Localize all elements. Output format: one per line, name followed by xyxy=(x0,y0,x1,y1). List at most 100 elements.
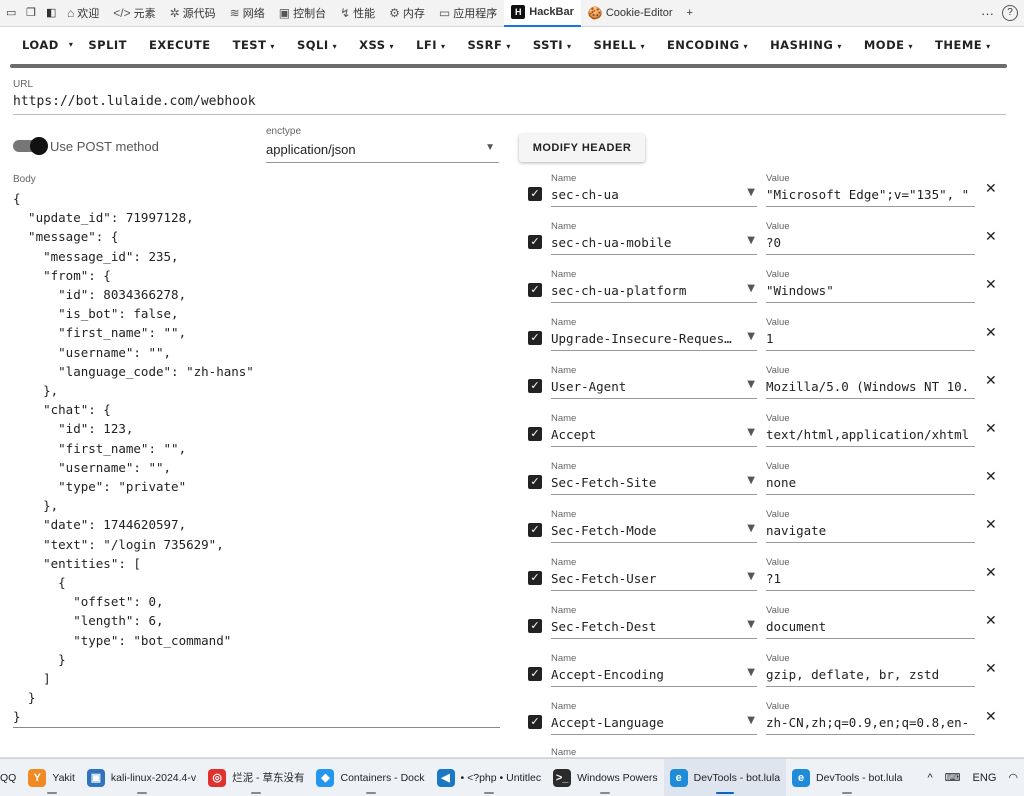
menu-item[interactable]: SPLIT xyxy=(77,26,138,64)
header-name-input[interactable]: sec-ch-ua-platform ▼ xyxy=(551,283,757,303)
header-value-input[interactable]: ?0 xyxy=(766,235,975,255)
close-icon[interactable]: ✕ xyxy=(985,420,997,437)
taskbar-app[interactable]: e DevTools - bot.lula xyxy=(663,759,787,796)
header-name-input[interactable]: sec-ch-ua ▼ xyxy=(551,187,757,207)
taskbar-app[interactable]: ◆ Containers - Dock xyxy=(310,759,430,796)
close-icon[interactable]: ✕ xyxy=(985,372,997,389)
devtools-tab[interactable]: ⚙ 内存 xyxy=(382,0,432,26)
add-tab-button[interactable]: + xyxy=(679,0,699,26)
header-value-input[interactable]: Mozilla/5.0 (Windows NT 10. xyxy=(766,379,975,399)
taskbar-app[interactable]: ◎ 烂泥 - 草东没有 xyxy=(202,759,310,796)
close-icon[interactable]: ✕ xyxy=(985,468,997,485)
more-options-icon[interactable]: ··· xyxy=(981,6,994,21)
keyboard-icon[interactable]: ⌨ xyxy=(945,771,961,784)
close-icon[interactable]: ✕ xyxy=(985,564,997,581)
device-toolbar-icon[interactable]: ▭ xyxy=(6,6,20,20)
menu-item[interactable]: ENCODING ▾ xyxy=(656,26,759,64)
header-value-input[interactable]: document xyxy=(766,619,975,639)
close-icon[interactable]: ✕ xyxy=(985,276,997,293)
taskbar-app[interactable]: Y Yakit xyxy=(22,759,81,796)
app-icon: e xyxy=(669,768,688,787)
close-icon[interactable]: ✕ xyxy=(985,324,997,341)
header-value-input[interactable]: "Microsoft Edge";v="135", " xyxy=(766,187,975,207)
header-enabled-checkbox[interactable]: ✓ xyxy=(528,283,542,297)
header-value-input[interactable]: 1 xyxy=(766,331,975,351)
body-textarea[interactable]: { "update_id": 71997128, "message": { "m… xyxy=(13,189,500,728)
header-enabled-checkbox[interactable]: ✓ xyxy=(528,619,542,633)
devtools-tab[interactable]: ⌂ 欢迎 xyxy=(60,0,106,26)
close-icon[interactable]: ✕ xyxy=(985,180,997,197)
header-name-input[interactable]: Sec-Fetch-Dest ▼ xyxy=(551,619,757,639)
devtools-tab[interactable]: </> 元素 xyxy=(106,0,162,26)
post-method-toggle[interactable] xyxy=(13,137,48,155)
load-dropdown-caret[interactable]: ▾ xyxy=(65,26,78,64)
menu-item[interactable]: EXECUTE xyxy=(138,26,222,64)
header-value-input[interactable]: ?1 xyxy=(766,571,975,591)
menu-item[interactable]: SHELL ▾ xyxy=(583,26,656,64)
app-label: Windows Powers xyxy=(577,771,658,784)
close-icon[interactable]: ✕ xyxy=(985,516,997,533)
wifi-icon[interactable]: ◠ xyxy=(1008,771,1018,784)
header-value-input[interactable]: "Windows" xyxy=(766,283,975,303)
taskbar-app[interactable]: e DevTools - bot.lula xyxy=(786,759,908,796)
url-input[interactable]: https://bot.lulaide.com/webhook xyxy=(13,94,1006,115)
close-icon[interactable]: ✕ xyxy=(985,228,997,245)
devtools-tab[interactable]: ▭ 应用程序 xyxy=(432,0,504,26)
devtools-tab[interactable]: H HackBar xyxy=(504,0,581,27)
modify-header-button[interactable]: MODIFY HEADER xyxy=(519,134,645,162)
header-name-input[interactable]: Sec-Fetch-Mode ▼ xyxy=(551,523,757,543)
taskbar-app[interactable]: ▣ kali-linux-2024.4-v xyxy=(81,759,202,796)
tab-icon: ≋ xyxy=(229,6,240,20)
menu-item[interactable]: XSS ▾ xyxy=(348,26,405,64)
taskbar-app[interactable]: ◀ • <?php • Untitlec xyxy=(431,759,548,796)
header-enabled-checkbox[interactable]: ✓ xyxy=(528,571,542,585)
menu-item[interactable]: LFI ▾ xyxy=(405,26,456,64)
header-enabled-checkbox[interactable]: ✓ xyxy=(528,715,542,729)
menu-item[interactable]: SQLI ▾ xyxy=(286,26,348,64)
header-name-input[interactable]: Sec-Fetch-Site ▼ xyxy=(551,475,757,495)
language-indicator[interactable]: ENG xyxy=(973,772,997,784)
header-name-input[interactable]: Accept-Encoding ▼ xyxy=(551,667,757,687)
close-icon[interactable]: ✕ xyxy=(985,708,997,725)
taskbar-app[interactable]: >_ Windows Powers xyxy=(547,759,664,796)
header-enabled-checkbox[interactable]: ✓ xyxy=(528,235,542,249)
header-name-input[interactable]: Accept-Language ▼ xyxy=(551,715,757,735)
header-value-input[interactable]: zh-CN,zh;q=0.9,en;q=0.8,en- xyxy=(766,715,975,735)
load-button[interactable]: LOAD xyxy=(0,26,65,64)
dock-icon[interactable]: ❐ xyxy=(26,6,40,20)
devtools-tab[interactable]: ▣ 控制台 xyxy=(272,0,333,26)
menu-item[interactable]: THEME ▾ xyxy=(924,26,1002,64)
header-enabled-checkbox[interactable]: ✓ xyxy=(528,187,542,201)
header-enabled-checkbox[interactable]: ✓ xyxy=(528,475,542,489)
sidebar-toggle-icon[interactable]: ◧ xyxy=(46,6,60,20)
devtools-tab[interactable]: ≋ 网络 xyxy=(223,0,272,26)
header-enabled-checkbox[interactable]: ✓ xyxy=(528,331,542,345)
header-name-input[interactable]: sec-ch-ua-mobile ▼ xyxy=(551,235,757,255)
header-value-input[interactable]: text/html,application/xhtml xyxy=(766,427,975,447)
chevron-up-icon[interactable]: ^ xyxy=(927,772,932,784)
header-name-input[interactable]: User-Agent ▼ xyxy=(551,379,757,399)
menu-item[interactable]: HASHING ▾ xyxy=(759,26,853,64)
close-icon[interactable]: ✕ xyxy=(985,660,997,677)
header-value-input[interactable]: none xyxy=(766,475,975,495)
close-icon[interactable]: ✕ xyxy=(985,612,997,629)
help-icon[interactable]: ? xyxy=(1002,5,1018,21)
header-enabled-checkbox[interactable]: ✓ xyxy=(528,379,542,393)
taskbar-app[interactable]: QQ xyxy=(0,759,22,796)
header-name-input[interactable]: Sec-Fetch-User ▼ xyxy=(551,571,757,591)
menu-item[interactable]: TEST ▾ xyxy=(222,26,286,64)
header-value-input[interactable]: navigate xyxy=(766,523,975,543)
header-name-input[interactable]: Upgrade-Insecure-Requests ▼ xyxy=(551,331,757,351)
devtools-tab[interactable]: ✲ 源代码 xyxy=(163,0,223,26)
menu-item[interactable]: SSRF ▾ xyxy=(457,26,522,64)
header-name-input[interactable]: Accept ▼ xyxy=(551,427,757,447)
devtools-tab[interactable]: ↯ 性能 xyxy=(333,0,382,26)
header-enabled-checkbox[interactable]: ✓ xyxy=(528,427,542,441)
header-enabled-checkbox[interactable]: ✓ xyxy=(528,523,542,537)
menu-item[interactable]: SSTI ▾ xyxy=(522,26,583,64)
header-value-input[interactable]: gzip, deflate, br, zstd xyxy=(766,667,975,687)
header-enabled-checkbox[interactable]: ✓ xyxy=(528,667,542,681)
devtools-tab[interactable]: 🍪 Cookie-Editor xyxy=(581,0,680,26)
menu-item[interactable]: MODE ▾ xyxy=(853,26,924,64)
enctype-select[interactable]: application/json ▼ xyxy=(266,142,499,163)
